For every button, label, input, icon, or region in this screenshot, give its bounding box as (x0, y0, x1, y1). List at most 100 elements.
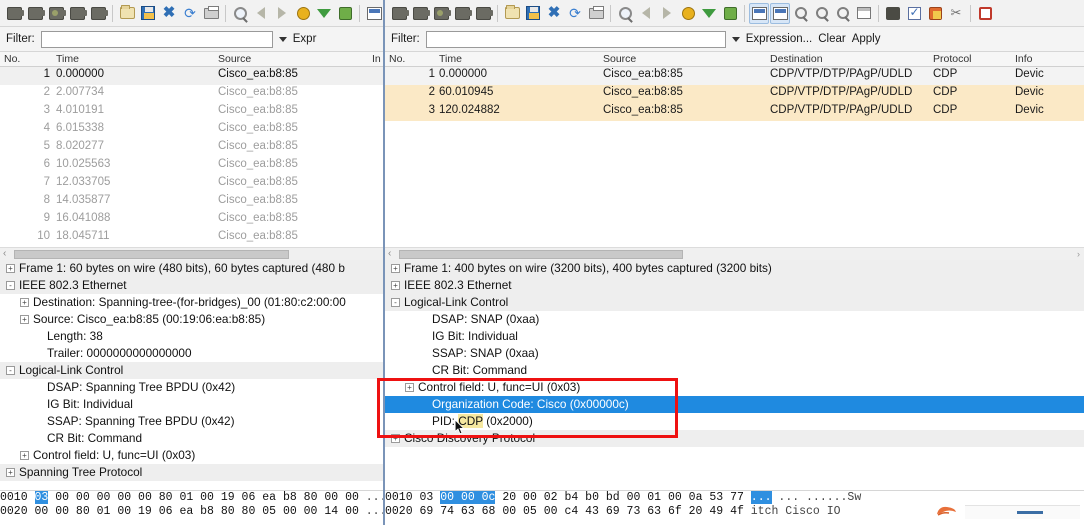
left-packet-details[interactable]: + Frame 1: 60 bytes on wire (480 bits), 6… (0, 260, 383, 490)
find-packet-icon[interactable] (230, 3, 250, 24)
table-row[interactable]: 7 12.033705 Cisco_ea:b8:85 (0, 175, 383, 193)
table-row[interactable]: 2 60.010945 Cisco_ea:b8:85 CDP/VTP/DTP/PAgP… (385, 85, 1084, 103)
capture-restart-icon[interactable] (431, 3, 451, 24)
apply-button[interactable]: Apply (852, 33, 881, 45)
column-header-no[interactable]: No. (389, 53, 405, 65)
start-capture-icon[interactable] (4, 3, 24, 24)
table-row[interactable]: 5 8.020277 Cisco_ea:b8:85 (0, 139, 383, 157)
table-row[interactable]: 6 10.025563 Cisco_ea:b8:85 (0, 157, 383, 175)
column-header-info[interactable]: In (372, 53, 381, 65)
capture-options-icon[interactable] (25, 3, 45, 24)
stop-capture-icon[interactable] (67, 3, 87, 24)
open-file-icon[interactable] (117, 3, 137, 24)
display-filters-icon[interactable] (904, 3, 924, 24)
right-packet-list[interactable]: 1 0.000000 Cisco_ea:b8:85 CDP/VTP/DTP/PAgP/… (385, 67, 1084, 247)
capture-filter-icon[interactable] (88, 3, 108, 24)
filter-input[interactable] (40, 30, 273, 48)
capture-filter-icon[interactable] (473, 3, 493, 24)
table-row[interactable]: 1 0.000000 Cisco_ea:b8:85 CDP/VTP/DTP/PAgP/… (385, 67, 1084, 85)
expander-icon[interactable]: + (391, 264, 400, 274)
tree-row[interactable]: DSAP: SNAP (0xaa) (385, 311, 1084, 328)
column-header-time[interactable]: Time (439, 53, 462, 65)
hex-row[interactable]: 0010 03 00 00 00 00 00 80 01 00 19 06 ea… (0, 491, 383, 505)
zoom-reset-icon[interactable] (833, 3, 853, 24)
colorize-icon[interactable] (364, 3, 383, 24)
table-row[interactable]: 8 14.035877 Cisco_ea:b8:85 (0, 193, 383, 211)
help-icon[interactable] (975, 3, 995, 24)
tree-row[interactable]: + Source: Cisco_ea:b8:85 (00:19:06:ea:b8:… (0, 311, 383, 328)
expander-icon[interactable]: + (405, 383, 414, 393)
clear-button[interactable]: Clear (818, 33, 845, 45)
column-header-no[interactable]: No. (4, 53, 20, 65)
close-file-icon[interactable]: ✖ (544, 3, 564, 24)
hex-row[interactable]: 0020 69 74 63 68 00 05 00 c4 43 69 73 63… (385, 505, 1084, 519)
print-icon[interactable] (201, 3, 221, 24)
expander-icon[interactable]: + (391, 281, 400, 291)
stop-capture-icon[interactable] (452, 3, 472, 24)
capture-filters-icon[interactable] (883, 3, 903, 24)
hex-row[interactable]: 0020 00 00 80 01 00 19 06 ea b8 80 80 05… (0, 505, 383, 519)
tree-row[interactable]: Length: 38 (0, 328, 383, 345)
zoom-out-icon[interactable] (812, 3, 832, 24)
reload-file-icon[interactable]: ⟳ (565, 3, 585, 24)
column-header-source[interactable]: Source (218, 53, 251, 65)
expander-icon[interactable]: - (6, 366, 15, 376)
tree-row[interactable]: + Spanning Tree Protocol (0, 464, 383, 481)
go-forward-icon[interactable] (657, 3, 677, 24)
toggle-packet-list-icon[interactable] (749, 2, 769, 24)
go-back-icon[interactable] (251, 3, 271, 24)
tree-row[interactable]: + Control field: U, func=UI (0x03) (0, 447, 383, 464)
expression-button[interactable]: Expr (293, 33, 317, 45)
coloring-rules-icon[interactable] (925, 3, 945, 24)
right-packet-details[interactable]: + Frame 1: 400 bytes on wire (3200 bits),… (385, 260, 1084, 490)
capture-restart-icon[interactable] (46, 3, 66, 24)
go-to-first-packet-icon[interactable] (314, 3, 334, 24)
left-packet-list-hscrollbar[interactable]: ‹ (0, 247, 383, 260)
tree-row[interactable]: SSAP: SNAP (0xaa) (385, 345, 1084, 362)
reload-file-icon[interactable]: ⟳ (180, 3, 200, 24)
scroll-left-icon[interactable]: ‹ (388, 248, 391, 259)
table-row[interactable]: 10 18.045711 Cisco_ea:b8:85 (0, 229, 383, 247)
search-input[interactable] (425, 30, 726, 48)
go-to-last-packet-icon[interactable] (720, 3, 740, 24)
scroll-right-icon[interactable]: › (1077, 249, 1080, 259)
expander-icon[interactable]: + (6, 264, 15, 274)
table-row[interactable]: 1 0.000000 Cisco_ea:b8:85 (0, 67, 383, 85)
expander-icon[interactable]: + (20, 315, 29, 325)
right-packet-list-hscrollbar[interactable]: ‹ › (385, 247, 1084, 260)
chevron-down-icon[interactable] (731, 36, 740, 42)
capture-options-icon[interactable] (410, 3, 430, 24)
tree-row[interactable]: - IEEE 802.3 Ethernet (0, 277, 383, 294)
column-header-protocol[interactable]: Protocol (933, 53, 972, 65)
tree-row[interactable]: IG Bit: Individual (385, 328, 1084, 345)
left-packet-list[interactable]: 1 0.000000 Cisco_ea:b8:85 2 2.007734 Cisco_ea… (0, 67, 383, 247)
tree-row[interactable]: + Control field: U, func=UI (0x03) (385, 379, 1084, 396)
save-file-icon[interactable] (523, 3, 543, 24)
column-header-info[interactable]: Info (1015, 53, 1033, 65)
preferences-icon[interactable]: ✂ (946, 3, 966, 24)
expander-icon[interactable]: + (6, 468, 15, 478)
table-row[interactable]: 3 4.010191 Cisco_ea:b8:85 (0, 103, 383, 121)
expander-icon[interactable]: - (391, 298, 400, 308)
expander-icon[interactable]: + (20, 298, 29, 308)
tree-row[interactable]: DSAP: Spanning Tree BPDU (0x42) (0, 379, 383, 396)
go-back-icon[interactable] (636, 3, 656, 24)
column-header-source[interactable]: Source (603, 53, 636, 65)
go-to-first-packet-icon[interactable] (699, 3, 719, 24)
expander-icon[interactable]: + (391, 434, 400, 444)
go-to-packet-icon[interactable] (678, 3, 698, 24)
left-packet-bytes[interactable]: 0010 03 00 00 00 00 00 80 01 00 19 06 ea… (0, 490, 383, 519)
tree-row[interactable]: CR Bit: Command (385, 362, 1084, 379)
zoom-in-icon[interactable] (791, 3, 811, 24)
table-row[interactable]: 3 120.024882 Cisco_ea:b8:85 CDP/VTP/DTP/PAg… (385, 103, 1084, 121)
table-row[interactable]: 4 6.015338 Cisco_ea:b8:85 (0, 121, 383, 139)
expander-icon[interactable]: + (20, 451, 29, 461)
tree-row[interactable]: - Logical-Link Control (0, 362, 383, 379)
toggle-packet-details-icon[interactable] (770, 2, 790, 24)
find-packet-icon[interactable] (615, 3, 635, 24)
table-row[interactable]: 9 16.041088 Cisco_ea:b8:85 (0, 211, 383, 229)
expander-icon[interactable]: - (6, 281, 15, 291)
tree-row[interactable]: CR Bit: Command (0, 430, 383, 447)
tree-row[interactable]: - Logical-Link Control (385, 294, 1084, 311)
scroll-left-icon[interactable]: ‹ (3, 248, 6, 259)
